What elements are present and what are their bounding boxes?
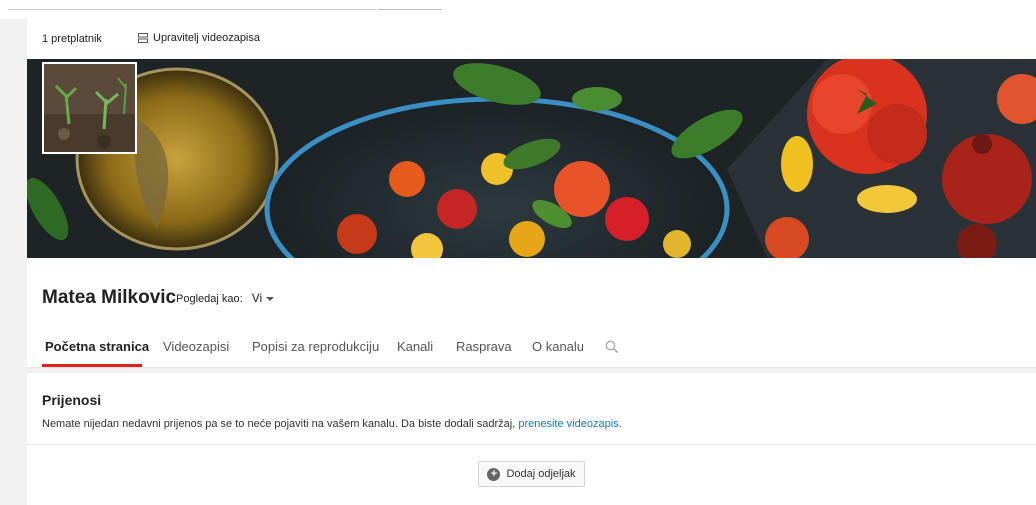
manage-videos-label: Upravitelj videozapisa [153,32,260,44]
search-icon[interactable] [605,340,619,354]
channel-page: 1 pretplatnik Upravitelj videozapisa Mat… [27,19,1036,505]
tab-discussion[interactable]: Rasprava [456,339,512,354]
tab-playlists[interactable]: Popisi za reprodukciju [252,339,379,354]
view-as-label: Pogledaj kao: [176,293,243,305]
add-section-button[interactable]: + Dodaj odjeljak [478,461,585,487]
plus-circle-icon: + [487,467,501,481]
caret-down-icon [266,296,275,301]
top-divider-accent [378,9,442,10]
channel-avatar[interactable] [42,62,137,154]
channel-name: Matea Milkovic [42,287,177,308]
top-divider [8,9,376,10]
avatar-image [44,64,135,152]
channel-tabs: Početna stranica Videozapisi Popisi za r… [27,339,1036,365]
uploads-empty-message: Nemate nijedan nedavni prijenos pa se to… [42,418,622,430]
add-section-label: Dodaj odjeljak [506,468,576,480]
view-as-value: Vi [251,291,263,305]
uploads-section: Prijenosi Nemate nijedan nedavni prijeno… [27,373,1036,505]
manage-videos-link[interactable]: Upravitelj videozapisa [138,32,260,44]
banner-image [27,59,1036,258]
section-title: Prijenosi [42,392,102,408]
section-divider [27,444,1036,445]
channel-banner [27,59,1036,258]
tab-about[interactable]: O kanalu [532,339,584,354]
upload-video-link[interactable]: prenesite videozapis [518,418,618,430]
subscriber-bar: 1 pretplatnik Upravitelj videozapisa [27,19,1036,59]
tab-videos[interactable]: Videozapisi [163,339,229,354]
uploads-message-text: Nemate nijedan nedavni prijenos pa se to… [42,418,516,430]
tab-channels[interactable]: Kanali [397,339,433,354]
subscriber-count: 1 pretplatnik [42,33,102,45]
tab-home[interactable]: Početna stranica [45,339,149,354]
uploads-message-suffix: . [618,418,622,430]
video-manager-icon [138,33,148,43]
view-as-select[interactable]: Vi [251,291,275,305]
view-as-control: Pogledaj kao: Vi [176,291,275,305]
